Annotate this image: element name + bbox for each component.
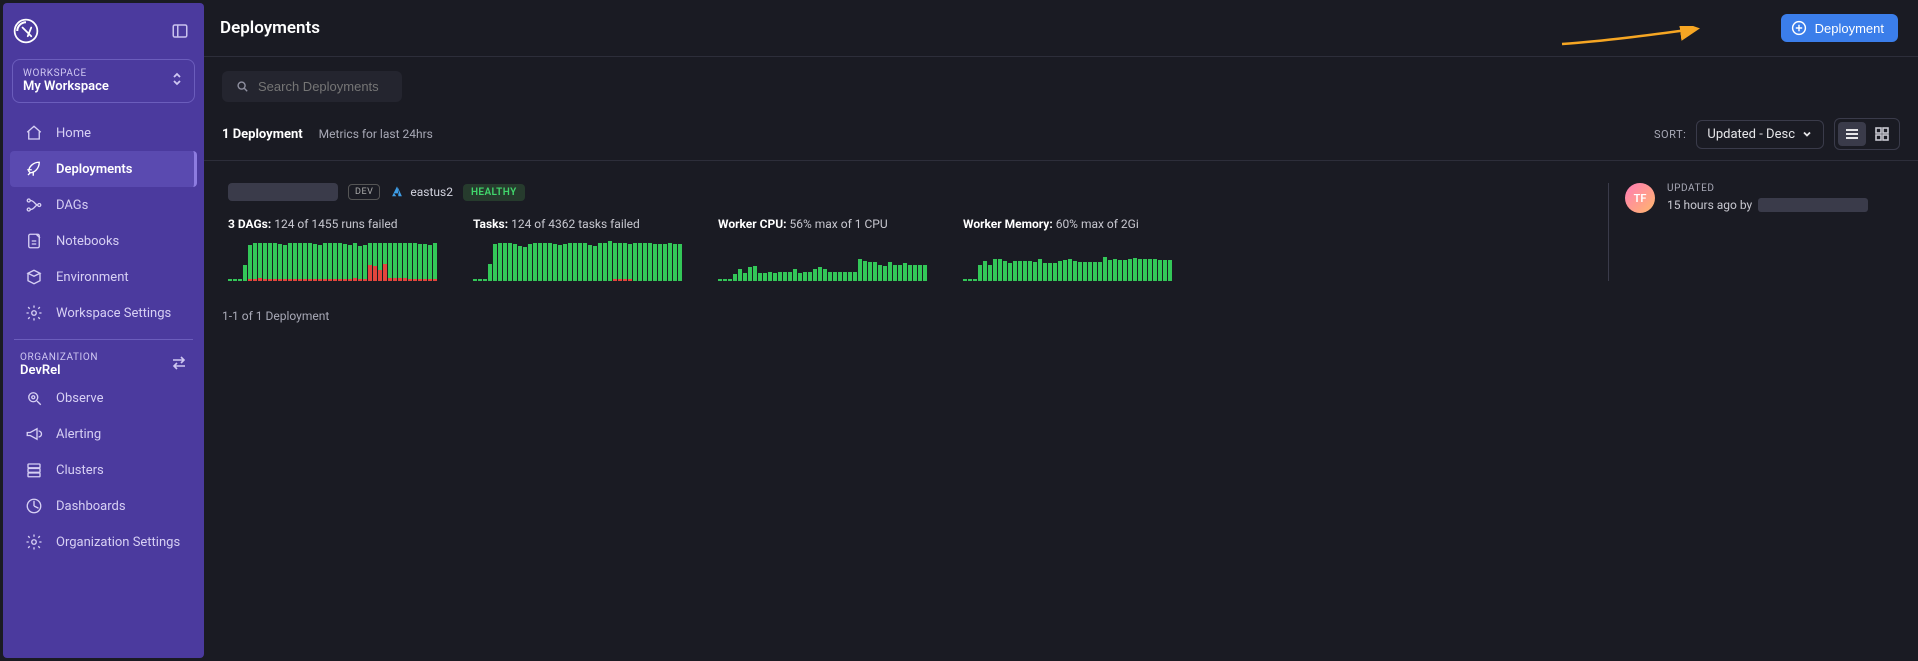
sidebar-item-observe[interactable]: Observe (10, 380, 197, 416)
megaphone-icon (24, 424, 44, 444)
sidebar-item-alerting[interactable]: Alerting (10, 416, 197, 452)
sidebar-item-label: DAGs (56, 198, 88, 213)
dashboards-icon (24, 496, 44, 516)
spark-cpu (718, 237, 927, 281)
stat-cpu: Worker CPU: 56% max of 1 CPU (718, 217, 927, 281)
sidebar-item-label: Notebooks (56, 234, 119, 249)
organization-label: ORGANIZATION (20, 352, 98, 363)
stat-tasks-prefix: Tasks: (473, 217, 508, 231)
view-toggle (1834, 118, 1900, 150)
health-badge: HEALTHY (463, 184, 525, 201)
sidebar-item-workspace-settings[interactable]: Workspace Settings (10, 295, 197, 331)
stat-mem-prefix: Worker Memory: (963, 217, 1053, 231)
toolbar (204, 57, 1918, 102)
stat-tasks: Tasks: 124 of 4362 tasks failed (473, 217, 682, 281)
sort-select[interactable]: Updated - Desc (1696, 120, 1824, 149)
spark-mem (963, 237, 1172, 281)
page-title: Deployments (220, 18, 320, 38)
home-icon (24, 123, 44, 143)
observe-icon (24, 388, 44, 408)
rocket-icon (24, 159, 44, 179)
sidebar-item-label: Home (56, 126, 91, 141)
workspace-selector[interactable]: WORKSPACE My Workspace (12, 59, 195, 103)
sidebar-item-dashboards[interactable]: Dashboards (10, 488, 197, 524)
grid-view-button[interactable] (1868, 122, 1896, 146)
chevron-down-icon (1801, 128, 1813, 140)
new-deployment-button-label: Deployment (1815, 21, 1884, 36)
stat-mem-rest: 60% max of 2Gi (1053, 217, 1139, 231)
stat-tasks-rest: 124 of 4362 tasks failed (508, 217, 640, 231)
sidebar-item-label: Clusters (56, 463, 104, 478)
sidebar-item-label: Workspace Settings (56, 306, 171, 321)
main: Deployments Deployment 1 Deployment Metr… (204, 0, 1918, 661)
notebook-icon (24, 231, 44, 251)
avatar: TF (1625, 183, 1655, 213)
sidebar-item-notebooks[interactable]: Notebooks (10, 223, 197, 259)
swap-icon[interactable] (171, 356, 187, 374)
sidebar-item-dags[interactable]: DAGs (10, 187, 197, 223)
deployment-count: 1 Deployment (222, 127, 303, 142)
stat-dags-prefix: 3 DAGs: (228, 217, 271, 231)
region: eastus2 (390, 185, 453, 199)
env-badge: DEV (348, 184, 380, 200)
search-box[interactable] (222, 71, 402, 102)
plus-circle-icon (1791, 20, 1807, 36)
updated-text: 15 hours ago by (1667, 198, 1752, 212)
updated-by-redacted (1758, 198, 1868, 212)
sidebar-item-home[interactable]: Home (10, 115, 197, 151)
updated-label: UPDATED (1667, 183, 1868, 194)
env-icon (24, 267, 44, 287)
new-deployment-button[interactable]: Deployment (1781, 14, 1898, 42)
sidebar-item-label: Observe (56, 391, 103, 406)
sidebar-divider (14, 339, 193, 340)
sidebar-item-clusters[interactable]: Clusters (10, 452, 197, 488)
pagination-text: 1-1 of 1 Deployment (204, 295, 1918, 337)
deployment-card[interactable]: DEV eastus2 HEALTHY 3 DAGs: 124 of 1455 … (216, 171, 1906, 295)
list-view-button[interactable] (1838, 122, 1866, 146)
app-logo (12, 15, 40, 47)
azure-icon (390, 185, 404, 199)
sort-value: Updated - Desc (1707, 127, 1795, 142)
organization-header: ORGANIZATION DevRel (6, 348, 201, 380)
workspace-label: WORKSPACE (23, 68, 109, 79)
stat-cpu-prefix: Worker CPU: (718, 217, 787, 231)
list-header: 1 Deployment Metrics for last 24hrs SORT… (204, 102, 1918, 161)
gear-icon (24, 532, 44, 552)
region-text: eastus2 (410, 185, 453, 199)
sidebar-item-label: Environment (56, 270, 129, 285)
organization-name: DevRel (20, 363, 98, 378)
gear-icon (24, 303, 44, 323)
sidebar-item-environment[interactable]: Environment (10, 259, 197, 295)
dag-icon (24, 195, 44, 215)
chevron-updown-icon (170, 71, 184, 91)
search-input[interactable] (258, 79, 388, 94)
sidebar-item-label: Dashboards (56, 499, 126, 514)
search-icon (236, 80, 250, 94)
sidebar-item-label: Deployments (56, 162, 132, 177)
sidebar-item-organization-settings[interactable]: Organization Settings (10, 524, 197, 560)
sidebar-item-deployments[interactable]: Deployments (10, 151, 197, 187)
collapse-sidebar-button[interactable] (171, 22, 191, 40)
sort-label: SORT: (1654, 128, 1686, 141)
stat-mem: Worker Memory: 60% max of 2Gi (963, 217, 1172, 281)
stat-dags-rest: 124 of 1455 runs failed (271, 217, 397, 231)
page-header: Deployments Deployment (204, 0, 1918, 57)
spark-dags (228, 237, 437, 281)
sidebar: WORKSPACE My Workspace Home Deployments DA… (3, 3, 204, 658)
sidebar-item-label: Alerting (56, 427, 101, 442)
metrics-range: Metrics for last 24hrs (319, 127, 433, 141)
stat-dags: 3 DAGs: 124 of 1455 runs failed (228, 217, 437, 281)
sidebar-item-label: Organization Settings (56, 535, 180, 550)
workspace-name: My Workspace (23, 79, 109, 94)
deployment-name-redacted (228, 183, 338, 201)
spark-tasks (473, 237, 682, 281)
clusters-icon (24, 460, 44, 480)
stat-cpu-rest: 56% max of 1 CPU (787, 217, 888, 231)
